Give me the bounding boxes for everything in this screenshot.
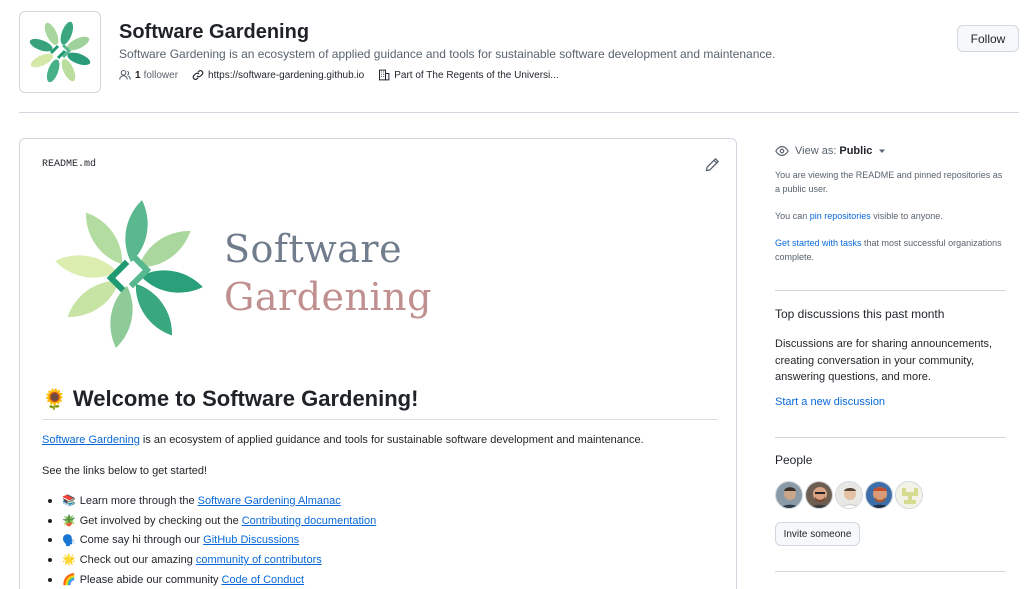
invite-someone-button[interactable]: Invite someone bbox=[775, 522, 860, 546]
person-avatar-icon bbox=[776, 482, 802, 508]
people-heading: People bbox=[775, 453, 813, 467]
people-icon bbox=[119, 69, 131, 80]
view-as-value: Public bbox=[839, 145, 873, 157]
discussions-heading: Top discussions this past month bbox=[775, 307, 945, 321]
list-item: 🌈 Please abide our community Code of Con… bbox=[48, 570, 376, 589]
readme-links-list: 📚 Learn more through the Software Garden… bbox=[48, 491, 376, 589]
list-item-text: Learn more through the bbox=[79, 494, 195, 507]
parent-org-link[interactable]: Part of The Regents of the Universi... bbox=[378, 69, 559, 81]
books-icon: 📚 bbox=[62, 495, 76, 508]
list-item-text: Check out our amazing bbox=[79, 553, 193, 566]
readme-heading-text: Welcome to Software Gardening! bbox=[72, 386, 419, 411]
logo-wordmark-software: Software bbox=[224, 227, 403, 271]
readme-intro: Software Gardening is an ecosystem of ap… bbox=[42, 434, 644, 446]
website-url: https://software-gardening.github.io bbox=[208, 69, 365, 81]
pin-prefix: You can bbox=[775, 211, 810, 221]
avatar[interactable] bbox=[775, 481, 803, 509]
code-of-conduct-link[interactable]: Code of Conduct bbox=[222, 574, 305, 586]
followers-link[interactable]: 1 follower bbox=[119, 69, 178, 81]
contributors-link[interactable]: community of contributors bbox=[196, 554, 322, 566]
discussions-body: Discussions are for sharing announcement… bbox=[775, 338, 993, 383]
view-as-dropdown[interactable]: View as: Public bbox=[775, 144, 892, 158]
software-gardening-logo-icon bbox=[55, 200, 203, 348]
logo-wordmark-gardening: Gardening bbox=[224, 275, 432, 319]
website-link[interactable]: https://software-gardening.github.io bbox=[192, 69, 364, 81]
follow-button[interactable]: Follow bbox=[957, 25, 1019, 52]
tasks-text: Get started with tasks that most success… bbox=[775, 236, 1005, 264]
header-divider bbox=[19, 112, 1019, 113]
person-avatar-icon bbox=[806, 482, 832, 508]
start-discussion-link[interactable]: Start a new discussion bbox=[775, 396, 885, 408]
sidebar-divider bbox=[775, 437, 1006, 438]
heading-divider bbox=[42, 419, 718, 420]
intro-text: is an ecosystem of applied guidance and … bbox=[139, 434, 644, 446]
contributing-docs-link[interactable]: Contributing documentation bbox=[242, 515, 377, 527]
list-item: 🌟 Check out our amazing community of con… bbox=[48, 550, 376, 570]
pencil-icon[interactable] bbox=[704, 157, 720, 173]
pin-repositories-text: You can pin repositories visible to anyo… bbox=[775, 209, 1005, 223]
org-header: Software Gardening Software Gardening is… bbox=[0, 0, 1027, 113]
pin-suffix: visible to anyone. bbox=[870, 211, 943, 221]
org-logo-icon bbox=[29, 21, 91, 83]
list-item-text: Come say hi through our bbox=[79, 534, 201, 547]
readme-box: README.md Software Gardening 🌻 Welcome t… bbox=[19, 138, 737, 589]
avatar[interactable] bbox=[865, 481, 893, 509]
bullet bbox=[48, 518, 52, 523]
get-started-tasks-link[interactable]: Get started with tasks bbox=[775, 238, 862, 248]
speaking-head-icon: 🗣️ bbox=[62, 534, 76, 547]
readme-get-started: See the links below to get started! bbox=[42, 465, 208, 477]
list-item-text: Get involved by checking out the bbox=[79, 514, 239, 527]
intro-software-gardening-link[interactable]: Software Gardening bbox=[42, 434, 140, 446]
bullet bbox=[48, 538, 52, 543]
github-discussions-link[interactable]: GitHub Discussions bbox=[203, 534, 299, 546]
eye-icon bbox=[775, 146, 789, 156]
person-avatar-icon bbox=[836, 482, 862, 508]
pin-repositories-link[interactable]: pin repositories bbox=[810, 211, 871, 221]
people-avatars bbox=[775, 481, 925, 509]
org-avatar[interactable] bbox=[19, 11, 101, 93]
list-item: 🪴 Get involved by checking out the Contr… bbox=[48, 511, 376, 531]
org-meta: 1 follower https://software-gardening.gi… bbox=[119, 69, 573, 81]
readme-filename[interactable]: README.md bbox=[42, 159, 96, 170]
bullet bbox=[48, 498, 52, 503]
rainbow-icon: 🌈 bbox=[62, 574, 76, 587]
avatar[interactable] bbox=[835, 481, 863, 509]
organization-icon bbox=[379, 69, 390, 81]
parent-org-name: Part of The Regents of the Universi... bbox=[394, 69, 559, 81]
org-description: Software Gardening is an ecosystem of ap… bbox=[119, 47, 776, 61]
list-item: 📚 Learn more through the Software Garden… bbox=[48, 491, 376, 511]
almanac-link[interactable]: Software Gardening Almanac bbox=[198, 495, 341, 507]
org-name: Software Gardening bbox=[119, 21, 310, 43]
sunflower-icon: 🌻 bbox=[42, 388, 67, 411]
caret-down-icon bbox=[879, 149, 886, 153]
star-icon: 🌟 bbox=[62, 554, 76, 567]
avatar[interactable] bbox=[895, 481, 923, 509]
identicon-avatar-icon bbox=[896, 482, 922, 508]
bullet bbox=[48, 557, 52, 562]
view-as-label: View as: bbox=[795, 145, 837, 157]
list-item-text: Please abide our community bbox=[79, 573, 219, 586]
followers-label: follower bbox=[143, 69, 179, 81]
potted-plant-icon: 🪴 bbox=[62, 515, 76, 528]
followers-count: 1 bbox=[135, 69, 141, 81]
link-icon bbox=[192, 70, 204, 80]
avatar[interactable] bbox=[805, 481, 833, 509]
bullet bbox=[48, 577, 52, 582]
viewing-as-public-text: You are viewing the README and pinned re… bbox=[775, 170, 1003, 194]
sidebar-divider bbox=[775, 571, 1006, 572]
sidebar-divider bbox=[775, 290, 1006, 291]
readme-heading: 🌻 Welcome to Software Gardening! bbox=[42, 386, 418, 412]
person-avatar-icon bbox=[866, 482, 892, 508]
list-item: 🗣️ Come say hi through our GitHub Discus… bbox=[48, 530, 376, 550]
